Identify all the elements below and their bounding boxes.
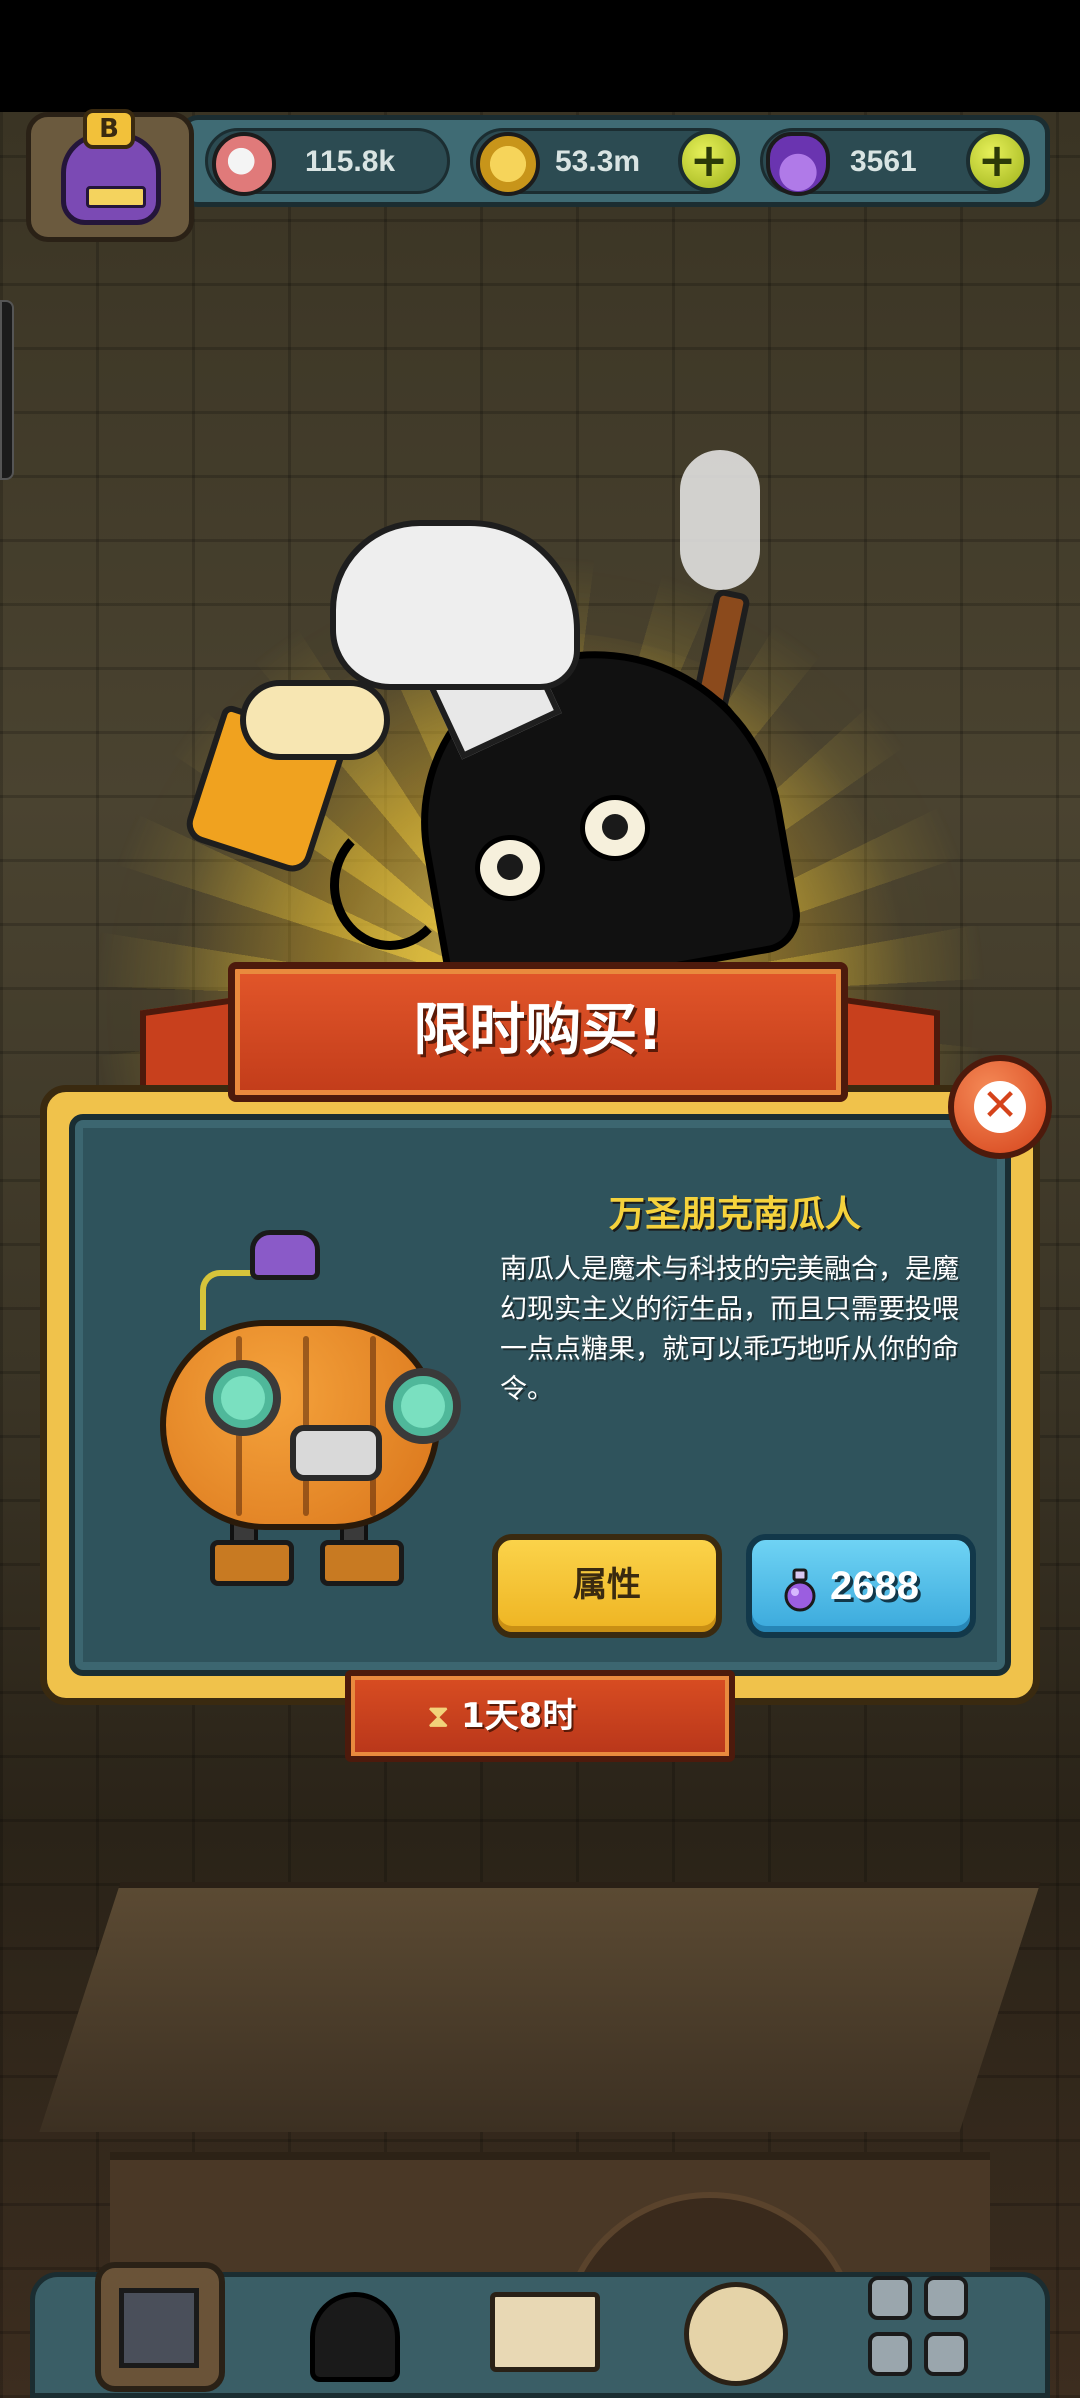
pumpkin-boot-right bbox=[320, 1540, 404, 1586]
pumpkin-goggle-right bbox=[385, 1368, 461, 1444]
pumpkin-goggle-left bbox=[205, 1360, 281, 1436]
mascot-eye-left bbox=[475, 835, 545, 901]
eyeball-count: 115.8k bbox=[305, 145, 396, 178]
grid-cell-icon bbox=[924, 2276, 968, 2320]
avatar-teeth bbox=[86, 186, 146, 208]
player-avatar[interactable]: B bbox=[26, 109, 194, 242]
coin-count: 53.3m bbox=[555, 145, 641, 178]
book-nav-button[interactable] bbox=[480, 2262, 610, 2392]
offer-banner: 限时购买! bbox=[228, 962, 848, 1102]
potion-icon bbox=[766, 132, 830, 196]
monster-icon bbox=[310, 2292, 400, 2382]
lower-floor bbox=[39, 1882, 1041, 2132]
grid-cell-icon bbox=[868, 2332, 912, 2376]
eyeball-icon bbox=[212, 132, 276, 196]
grid-cell-icon bbox=[868, 2276, 912, 2320]
smoke-puff bbox=[680, 450, 760, 590]
side-edge-tab[interactable] bbox=[0, 300, 14, 480]
status-bar bbox=[0, 0, 1080, 112]
beer-foam bbox=[240, 680, 390, 760]
monster-nav-button[interactable] bbox=[290, 2262, 420, 2392]
attributes-button[interactable]: 属性 bbox=[492, 1534, 722, 1638]
pumpkin-mouth-grill bbox=[290, 1425, 382, 1481]
coin-bag-icon bbox=[684, 2282, 788, 2386]
potion-count: 3561 bbox=[850, 145, 917, 178]
potion-icon bbox=[784, 1568, 816, 1612]
buy-price: 2688 bbox=[830, 1564, 919, 1608]
time-remaining: 1天8时 bbox=[461, 1696, 577, 1736]
close-button[interactable]: ✕ bbox=[948, 1055, 1052, 1159]
mascot-eye-right bbox=[580, 795, 650, 861]
attributes-button-label: 属性 bbox=[573, 1565, 641, 1605]
witch-hat-icon bbox=[250, 1230, 320, 1280]
add-coins-button[interactable]: + bbox=[678, 130, 740, 192]
mascot-arm-left bbox=[330, 820, 450, 950]
item-description: 南瓜人是魔术与科技的完美融合，是魔幻现实主义的衍生品，而且只需要投喂一点点糖果，… bbox=[500, 1254, 959, 1405]
item-name: 万圣朋克南瓜人 bbox=[608, 1194, 861, 1235]
bag-nav-button[interactable] bbox=[670, 2262, 800, 2392]
rank-badge: B bbox=[83, 109, 135, 149]
grid-cell-icon bbox=[924, 2332, 968, 2376]
add-potions-button[interactable]: + bbox=[966, 130, 1028, 192]
close-icon: ✕ bbox=[974, 1081, 1026, 1133]
book-icon bbox=[490, 2292, 600, 2372]
menu-grid-button[interactable] bbox=[860, 2262, 990, 2392]
offer-banner-title: 限时购买! bbox=[413, 998, 663, 1063]
buy-button[interactable]: 2688 bbox=[746, 1534, 976, 1638]
shop-building-icon bbox=[119, 2288, 199, 2368]
shop-nav-button[interactable] bbox=[95, 2262, 225, 2392]
gold-coin-icon bbox=[476, 132, 540, 196]
timer-banner: ⧗ 1天8时 bbox=[345, 1670, 735, 1762]
hourglass-icon: ⧗ bbox=[427, 1697, 450, 1735]
pumpkin-boot-left bbox=[210, 1540, 294, 1586]
